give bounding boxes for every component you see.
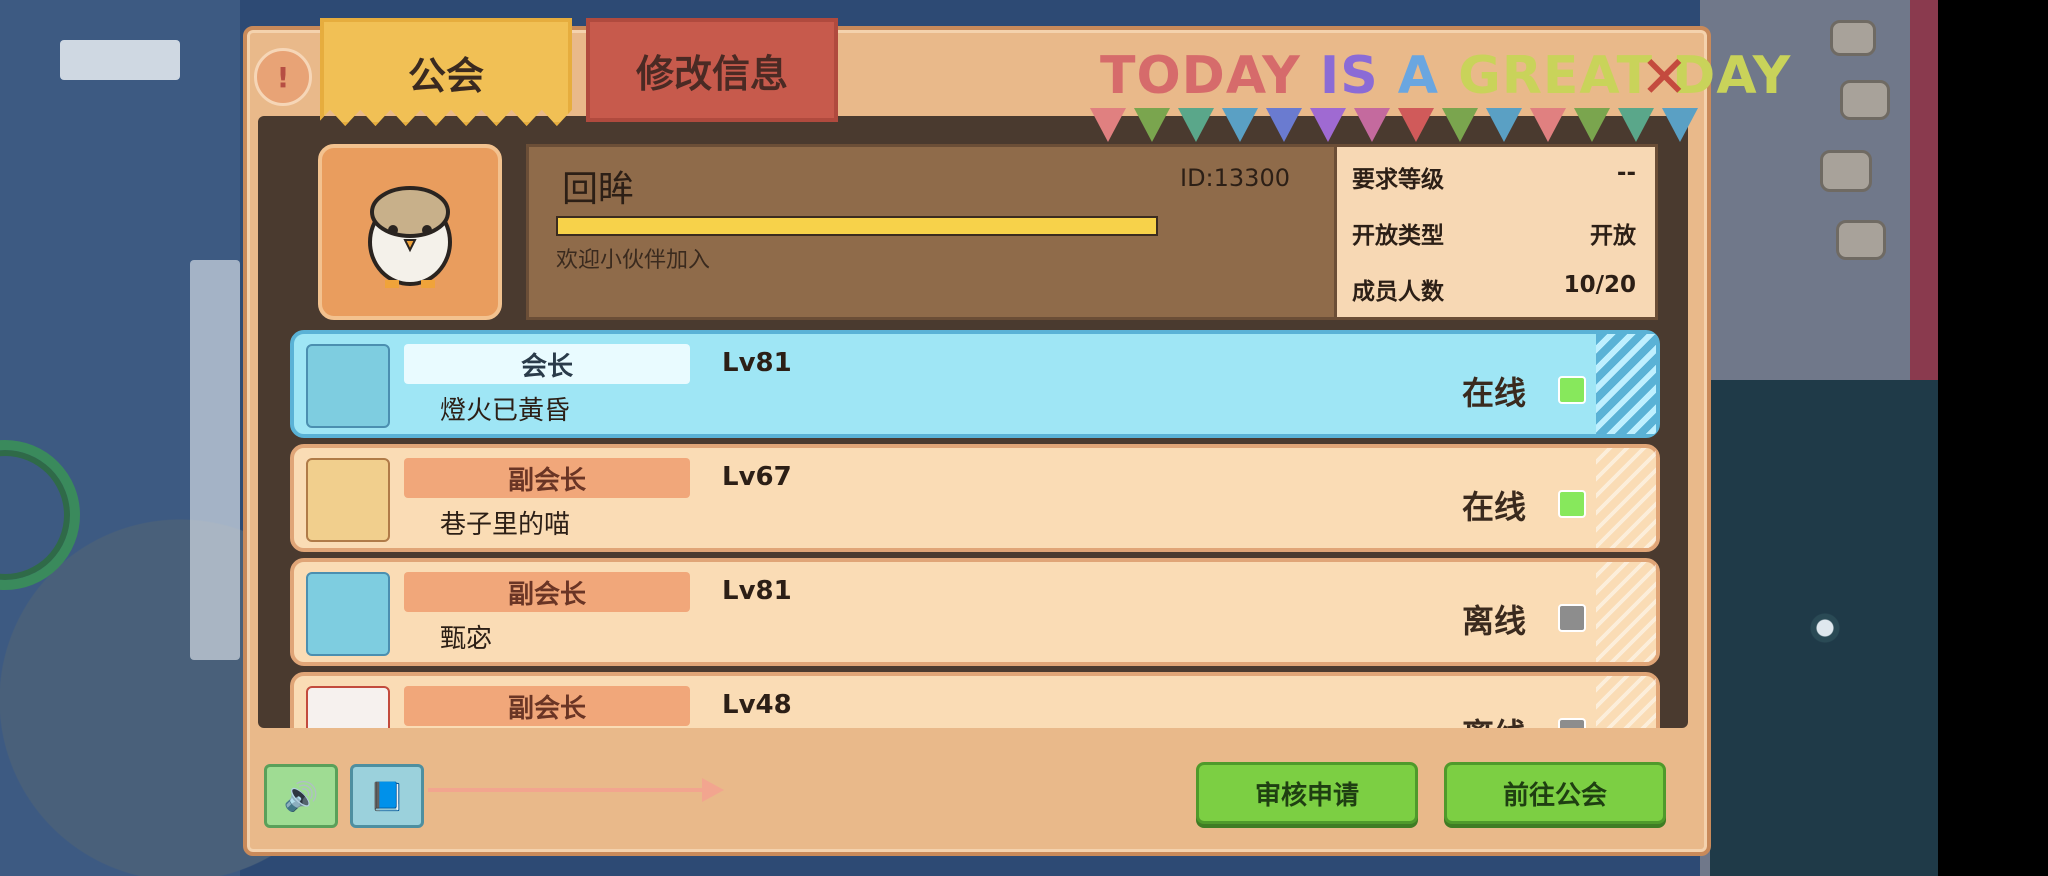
guild-welcome-text: 欢迎小伙伴加入 xyxy=(556,248,711,273)
stat-label: 开放类型 xyxy=(1352,223,1444,249)
bunting-flag xyxy=(1310,108,1346,142)
online-status-icon xyxy=(1558,490,1586,518)
stat-member-count: 成员人数 10/20 xyxy=(1352,272,1636,306)
member-avatar xyxy=(306,572,390,656)
member-row[interactable]: 副会长 甄宓 Lv81 离线 xyxy=(290,558,1660,666)
member-role: 副会长 xyxy=(404,458,690,498)
banner-word: IS xyxy=(1300,46,1379,106)
bunting-flags xyxy=(1090,108,1698,144)
online-status-icon xyxy=(1558,376,1586,404)
offline-status-icon xyxy=(1558,718,1586,728)
path-stone xyxy=(1836,220,1886,260)
guild-progress-bar xyxy=(556,216,1158,236)
member-row[interactable]: 副会长 巷子里的喵 Lv67 在线 xyxy=(290,444,1660,552)
member-status: 离线 xyxy=(1462,602,1527,640)
banner-word: GREAT xyxy=(1439,46,1654,106)
speaker-icon: 🔊 xyxy=(283,779,319,813)
member-name: 巷子里的喵 xyxy=(440,510,571,540)
member-avatar xyxy=(306,344,390,428)
bunting-flag xyxy=(1574,108,1610,142)
stat-value: 开放 xyxy=(1590,223,1636,249)
bird-icon xyxy=(368,186,452,288)
member-level: Lv48 xyxy=(722,690,792,720)
member-level: Lv81 xyxy=(722,348,792,378)
snow-path xyxy=(190,260,240,660)
bunting-flag xyxy=(1618,108,1654,142)
member-row[interactable]: 副会长 Lv48 离线 xyxy=(290,672,1660,728)
go-to-guild-button[interactable]: 前往公会 xyxy=(1444,762,1666,824)
offline-status-icon xyxy=(1558,604,1586,632)
row-zigzag-decoration xyxy=(1596,448,1656,548)
banner-word: TODAY xyxy=(1100,46,1301,106)
guild-log-button[interactable]: 📘 xyxy=(350,764,424,828)
stat-required-level: 要求等级 -- xyxy=(1352,160,1636,194)
help-button[interactable]: ! xyxy=(254,48,312,106)
guild-name: 回眸 xyxy=(562,169,635,210)
row-zigzag-decoration xyxy=(1596,676,1656,728)
member-status: 在线 xyxy=(1462,488,1527,526)
path-stone xyxy=(1840,80,1890,120)
member-role: 会长 xyxy=(404,344,690,384)
row-zigzag-decoration xyxy=(1596,562,1656,662)
member-name: 燈火已黃昏 xyxy=(440,396,571,426)
member-avatar xyxy=(306,458,390,542)
member-list[interactable]: 会长 燈火已黃昏 Lv81 在线 副会长 巷子里的喵 Lv67 在线 副会长 甄… xyxy=(286,324,1662,728)
bunting-flag xyxy=(1266,108,1302,142)
path-stone xyxy=(1820,150,1872,192)
member-status: 离线 xyxy=(1462,710,1526,728)
member-role: 副会长 xyxy=(404,572,690,612)
bunting-flag xyxy=(1222,108,1258,142)
stat-value: 10/20 xyxy=(1563,272,1636,298)
bunting-flag xyxy=(1134,108,1170,142)
stat-value: -- xyxy=(1616,160,1636,186)
guild-avatar xyxy=(318,144,502,320)
tab-guild[interactable]: 公会 xyxy=(320,18,572,126)
bunting-flag xyxy=(1662,108,1698,142)
guild-id: ID:13300 xyxy=(1180,164,1290,192)
stat-label: 成员人数 xyxy=(1352,279,1444,305)
banner-word: A xyxy=(1378,46,1440,106)
member-role: 副会长 xyxy=(404,686,690,726)
stat-label: 要求等级 xyxy=(1352,167,1444,193)
member-avatar xyxy=(306,686,390,728)
member-level: Lv67 xyxy=(722,462,792,492)
bunting-flag xyxy=(1354,108,1390,142)
stat-open-type: 开放类型 开放 xyxy=(1352,216,1636,250)
path-stone xyxy=(1830,20,1876,56)
guild-progress-fill xyxy=(558,218,1156,234)
member-level: Lv81 xyxy=(722,576,792,606)
member-name: 甄宓 xyxy=(440,624,493,654)
tab-edit-info[interactable]: 修改信息 xyxy=(586,18,838,122)
review-applications-button[interactable]: 审核申请 xyxy=(1196,762,1418,824)
bunting-flag xyxy=(1442,108,1478,142)
close-icon[interactable]: ✕ xyxy=(1640,48,1689,106)
portal-ring[interactable] xyxy=(0,440,80,590)
arrow-decoration xyxy=(428,778,724,802)
bunting-flag xyxy=(1398,108,1434,142)
bunting-flag xyxy=(1486,108,1522,142)
bunting-flag xyxy=(1090,108,1126,142)
announcement-button[interactable]: 🔊 xyxy=(264,764,338,828)
book-icon: 📘 xyxy=(369,779,405,813)
row-zigzag-decoration xyxy=(1596,334,1656,434)
member-status: 在线 xyxy=(1462,374,1527,412)
bunting-flag xyxy=(1178,108,1214,142)
member-row[interactable]: 会长 燈火已黃昏 Lv81 在线 xyxy=(290,330,1660,438)
snow-patch xyxy=(60,40,180,80)
snowy-trees xyxy=(1710,380,1938,876)
bunting-flag xyxy=(1530,108,1566,142)
